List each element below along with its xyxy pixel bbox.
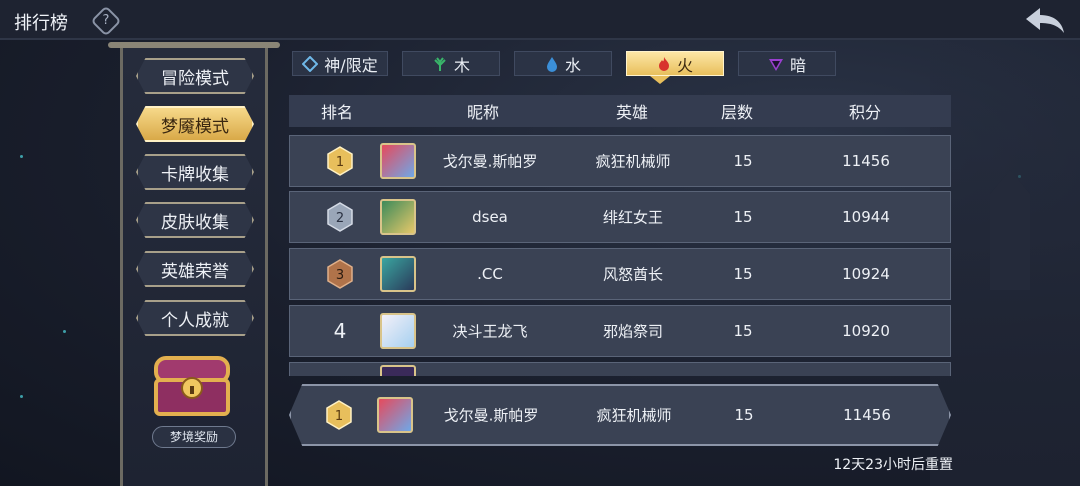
dream-reward-label[interactable]: 梦境奖励: [152, 426, 236, 448]
floors-value: 15: [733, 208, 753, 226]
table-row[interactable]: 1 戈尔曼.斯帕罗 疯狂机械师 15 11456: [289, 135, 951, 187]
header-rank: 排名: [320, 103, 354, 122]
tab-label: 水: [564, 55, 581, 75]
sidebar-item-hero-honor[interactable]: 英雄荣誉: [136, 251, 254, 287]
page-title: 排行榜: [14, 13, 68, 34]
help-icon[interactable]: ?: [90, 5, 122, 37]
player-name: 戈尔曼.斯帕罗: [442, 152, 538, 171]
header-score: 积分: [848, 103, 882, 122]
score-value: 10920: [842, 322, 890, 340]
tab-label: 暗: [789, 55, 806, 75]
reset-countdown: 12天23小时后重置: [833, 457, 953, 473]
my-ranking-entry[interactable]: 1 戈尔曼.斯帕罗 疯狂机械师 15 11456: [289, 384, 951, 446]
score-value: 10924: [842, 265, 890, 283]
floors-value: 15: [734, 406, 754, 424]
table-row[interactable]: 2 dsea 绯红女王 15 10944: [289, 191, 951, 243]
tab-label: 木: [453, 55, 470, 75]
castle-background: [930, 40, 1080, 486]
avatar[interactable]: [380, 313, 416, 349]
gold-rank-badge-icon: 1: [327, 146, 353, 176]
sidebar-item-skin-collection[interactable]: 皮肤收集: [136, 202, 254, 238]
tab-dark[interactable]: 暗: [738, 51, 836, 76]
rank-number: 4: [333, 319, 347, 343]
ranking-list[interactable]: 1 戈尔曼.斯帕罗 疯狂机械师 15 11456 2 dsea 绯红女王 15 …: [289, 130, 951, 376]
header-floors: 层数: [720, 103, 754, 122]
bronze-rank-badge-icon: 3: [327, 259, 353, 289]
sidebar-item-adventure[interactable]: 冒险模式: [136, 58, 254, 94]
ranking-table-header: 排名 昵称 英雄 层数 积分: [289, 95, 951, 127]
diamond-icon: [302, 55, 319, 72]
hero-name: 疯狂机械师: [596, 406, 672, 425]
back-arrow-icon[interactable]: [1024, 6, 1066, 34]
floors-value: 15: [733, 152, 753, 170]
table-row[interactable]: 4 决斗王龙飞 邪焰祭司 15 10920: [289, 305, 951, 357]
header-hero: 英雄: [615, 103, 649, 122]
tab-god-limited[interactable]: 神/限定: [292, 51, 388, 76]
floors-value: 15: [733, 322, 753, 340]
player-name: .CC: [477, 265, 503, 283]
silver-rank-badge-icon: 2: [327, 202, 353, 232]
avatar[interactable]: [380, 143, 416, 179]
floors-value: 15: [733, 265, 753, 283]
score-value: 11456: [843, 406, 891, 424]
rank-number: 3: [336, 268, 344, 283]
avatar[interactable]: [380, 365, 416, 376]
tab-label: 神/限定: [324, 55, 378, 75]
score-value: 11456: [842, 152, 890, 170]
player-name: 决斗王龙飞: [452, 322, 528, 341]
leaf-icon: [434, 56, 446, 71]
flame-icon: [658, 56, 669, 71]
sidebar-item-nightmare[interactable]: 梦魇模式: [136, 106, 254, 142]
gold-rank-badge-icon: 1: [326, 400, 352, 430]
avatar[interactable]: [380, 199, 416, 235]
tab-fire[interactable]: 火: [626, 51, 724, 76]
rank-number: 1: [335, 409, 343, 424]
score-value: 10944: [842, 208, 890, 226]
active-tab-indicator: [650, 76, 670, 84]
sidebar-top-ornament: [108, 42, 280, 48]
header-nickname: 昵称: [466, 103, 500, 122]
sidebar-item-achievements[interactable]: 个人成就: [136, 300, 254, 336]
water-drop-icon: [546, 56, 557, 72]
dark-triangle-icon: [768, 58, 783, 71]
hero-name: 风怒酋长: [602, 265, 664, 284]
avatar[interactable]: [377, 397, 413, 433]
top-bar: 排行榜 ?: [0, 0, 1080, 40]
tab-water[interactable]: 水: [514, 51, 612, 76]
hero-name: 邪焰祭司: [602, 322, 664, 341]
avatar[interactable]: [380, 256, 416, 292]
table-row[interactable]: 3 .CC 风怒酋长 15 10924: [289, 248, 951, 300]
tab-label: 火: [676, 55, 693, 75]
tab-wood[interactable]: 木: [402, 51, 500, 76]
treasure-chest-icon[interactable]: [150, 350, 234, 420]
rank-number: 2: [336, 211, 344, 226]
rank-number: 1: [336, 155, 344, 170]
hero-name: 绯红女王: [602, 208, 664, 227]
table-row[interactable]: [289, 362, 951, 376]
hero-name: 疯狂机械师: [595, 152, 671, 171]
player-name: 戈尔曼.斯帕罗: [443, 406, 539, 425]
sidebar-item-card-collection[interactable]: 卡牌收集: [136, 154, 254, 190]
help-symbol: ?: [102, 13, 110, 28]
player-name: dsea: [472, 208, 508, 226]
